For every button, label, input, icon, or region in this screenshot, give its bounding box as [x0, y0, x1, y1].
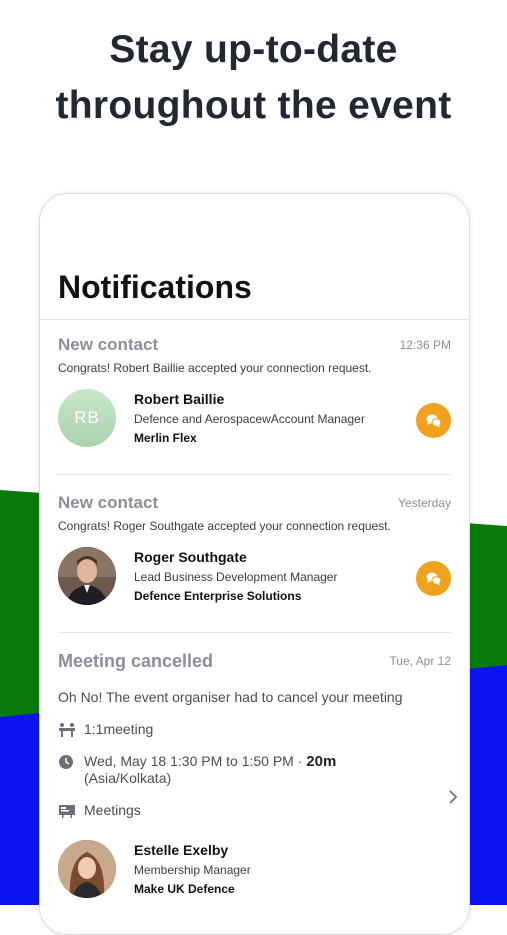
- contact-name: Roger Southgate: [134, 549, 247, 565]
- avatar[interactable]: RB: [58, 389, 116, 447]
- chat-bubbles-icon: [426, 572, 441, 585]
- contact-role: Membership Manager: [134, 863, 251, 877]
- contact-organization: Make UK Defence: [134, 882, 235, 896]
- meeting-location: Meetings: [84, 802, 141, 818]
- contact-name: Estelle Exelby: [134, 842, 229, 858]
- clock-icon: [59, 755, 73, 769]
- meeting-timezone: (Asia/Kolkata): [84, 770, 172, 786]
- contact-role: Defence and AerospacewAccount Manager: [134, 412, 365, 426]
- notification-item[interactable]: New contact Yesterday Congrats! Roger So…: [58, 493, 451, 617]
- meeting-location-row: Meetings: [58, 802, 451, 818]
- page-title: Notifications: [58, 269, 252, 305]
- chevron-right-icon[interactable]: [447, 789, 459, 805]
- notification-item[interactable]: New contact 12:36 PM Congrats! Robert Ba…: [58, 335, 451, 459]
- board-icon: [59, 805, 75, 818]
- phone-screen: Notifications New contact 12:36 PM Congr…: [39, 193, 470, 935]
- notification-type: New contact: [58, 335, 159, 354]
- meeting-datetime-row: Wed, May 18 1:30 PM to 1:50 PM · 20m (As…: [58, 753, 451, 786]
- title-divider: [40, 319, 469, 320]
- notification-message: Congrats! Robert Baillie accepted your c…: [58, 361, 372, 375]
- profile-photo: [58, 840, 116, 898]
- profile-photo: [58, 547, 116, 605]
- notification-time: Yesterday: [398, 496, 451, 510]
- chat-button[interactable]: [416, 403, 451, 438]
- headline-line-2: throughout the event: [55, 84, 452, 127]
- meeting-type: 1:1meeting: [84, 721, 154, 737]
- avatar[interactable]: [58, 840, 116, 898]
- notification-time: Tue, Apr 12: [389, 654, 451, 668]
- headline: Stay up-to-date throughout the event: [0, 22, 507, 134]
- contact-card[interactable]: Roger Southgate Lead Business Developmen…: [58, 547, 451, 617]
- notification-divider: [58, 632, 451, 633]
- notification-message: Oh No! The event organiser had to cancel…: [58, 689, 403, 705]
- people-table-icon: [59, 723, 75, 737]
- notification-type: Meeting cancelled: [58, 651, 214, 671]
- headline-line-1: Stay up-to-date: [109, 28, 398, 71]
- meeting-datetime: Wed, May 18 1:30 PM to 1:50 PM: [84, 753, 294, 769]
- contact-card[interactable]: RB Robert Baillie Defence and Aerospacew…: [58, 389, 451, 459]
- notification-time: 12:36 PM: [399, 338, 451, 352]
- notification-divider: [58, 474, 451, 475]
- notification-message: Congrats! Roger Southgate accepted your …: [58, 519, 391, 533]
- notification-item[interactable]: Meeting cancelled Tue, Apr 12 Oh No! The…: [58, 651, 451, 910]
- avatar[interactable]: [58, 547, 116, 605]
- contact-name: Robert Baillie: [134, 391, 225, 407]
- contact-role: Lead Business Development Manager: [134, 570, 338, 584]
- meeting-duration: 20m: [306, 753, 337, 770]
- separator-dot: ·: [297, 753, 303, 769]
- meeting-type-row: 1:1meeting: [58, 721, 451, 737]
- contact-organization: Defence Enterprise Solutions: [134, 589, 302, 603]
- chat-button[interactable]: [416, 561, 451, 596]
- chat-bubbles-icon: [426, 414, 441, 427]
- notification-type: New contact: [58, 493, 159, 512]
- contact-organization: Merlin Flex: [134, 431, 197, 445]
